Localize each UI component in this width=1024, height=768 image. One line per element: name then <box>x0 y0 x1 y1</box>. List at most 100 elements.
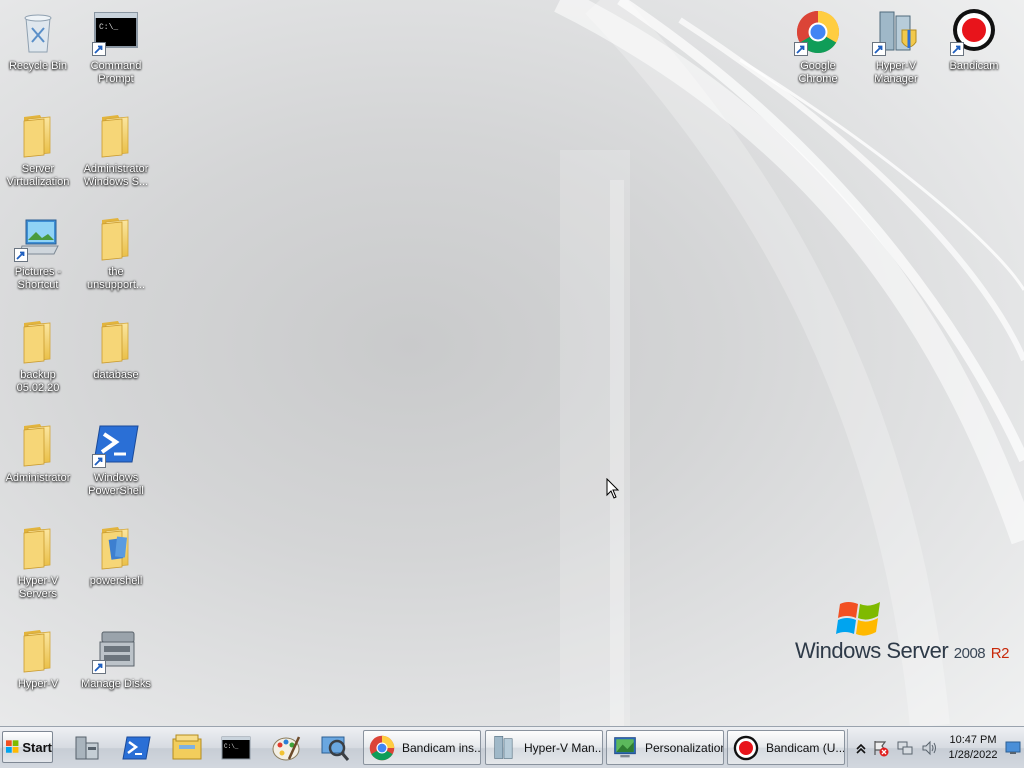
folder-icon <box>14 523 62 571</box>
desktop-icon-backup[interactable]: backup 05.02.20 <box>0 317 76 395</box>
volume-icon[interactable] <box>921 739 937 757</box>
recycle-bin-icon <box>14 8 62 56</box>
desktop-icon-command-prompt[interactable]: C:\_ Command Prompt <box>78 8 154 86</box>
desktop-icon-hyperv[interactable]: Hyper-V <box>0 626 76 691</box>
start-button[interactable]: Start <box>2 731 53 763</box>
shortcut-overlay-icon <box>92 454 106 468</box>
taskbar-button-personalization[interactable]: Personalization <box>606 730 724 765</box>
brand-name: Windows Server <box>795 638 949 663</box>
shortcut-overlay-icon <box>14 248 28 262</box>
explorer-icon <box>172 734 202 760</box>
desktop-icon-label: Administrator Windows S... <box>83 163 149 188</box>
folder-icon <box>14 111 62 159</box>
folder-documents-icon <box>92 523 140 571</box>
taskbar-button-label: Hyper-V Man... <box>524 740 603 755</box>
desktop-icon-the-unsupport[interactable]: the unsupport... <box>78 214 154 292</box>
brand-wordmark: Windows Server 2008 R2 <box>795 638 1009 664</box>
desktop-icon-administrator-windows[interactable]: Administrator Windows S... <box>78 111 154 189</box>
desktop-icon-google-chrome[interactable]: Google Chrome <box>780 8 856 86</box>
desktop-icon-label: powershell <box>89 575 143 587</box>
mouse-cursor-icon <box>606 478 620 499</box>
bandicam-icon <box>950 8 998 56</box>
desktop-icon-label: Hyper-V Servers <box>17 575 59 600</box>
desktop-icon-database[interactable]: database <box>78 317 154 382</box>
shortcut-overlay-icon <box>872 42 886 56</box>
disk-management-icon <box>92 626 140 674</box>
personalization-icon <box>614 736 636 757</box>
desktop-icon-label: Command Prompt <box>90 60 142 85</box>
shortcut-overlay-icon <box>92 42 106 56</box>
folder-icon <box>14 626 62 674</box>
taskbar-button-label: Bandicam ins... <box>402 740 481 755</box>
desktop-icon-label: Manage Disks <box>81 678 151 690</box>
paint-icon <box>272 736 301 761</box>
desktop-icon-bandicam[interactable]: Bandicam <box>936 8 1012 73</box>
desktop-icon-windows-powershell[interactable]: Windows PowerShell <box>78 420 154 498</box>
clock-date: 1/28/2022 <box>948 749 998 761</box>
svg-text:C:\_: C:\_ <box>224 743 239 750</box>
desktop-icon-label: Hyper-V Manager <box>874 60 918 85</box>
taskbar-button-hyperv-manager[interactable]: Hyper-V Man... <box>485 730 603 765</box>
quicklaunch-server-manager[interactable] <box>70 731 104 765</box>
desktop-icon-label: Hyper-V <box>17 678 59 690</box>
taskbar-button-label: Personalization <box>645 740 724 755</box>
server-manager-icon <box>75 736 99 760</box>
magnifier-icon <box>321 736 350 761</box>
taskbar-button-chrome[interactable]: Bandicam ins... <box>363 730 481 765</box>
command-prompt-icon: C:\_ <box>92 8 140 56</box>
pictures-shortcut-icon <box>14 214 62 262</box>
folder-icon <box>14 317 62 365</box>
desktop-icon-administrator[interactable]: Administrator <box>0 420 76 485</box>
desktop-icon-label: the unsupport... <box>86 266 146 291</box>
quicklaunch-powershell[interactable] <box>119 731 153 765</box>
desktop-icon-label: Google Chrome <box>798 60 838 85</box>
desktop-icon-label: Recycle Bin <box>8 60 68 72</box>
folder-icon <box>92 111 140 159</box>
taskbar-button-bandicam[interactable]: Bandicam (U... <box>727 730 845 765</box>
chrome-icon <box>369 735 395 760</box>
bandicam-icon <box>733 735 759 760</box>
show-hidden-icons-icon[interactable] <box>853 739 869 757</box>
desktop-icon-label: backup 05.02.20 <box>16 369 60 394</box>
desktop-icon-label: Administrator <box>5 472 71 484</box>
command-prompt-icon: C:\_ <box>221 736 251 760</box>
desktop-icon-label: Bandicam <box>949 60 999 72</box>
system-clock[interactable]: 10:47 PM 1/28/2022 <box>944 733 1002 763</box>
clock-time: 10:47 PM <box>949 734 997 746</box>
shortcut-overlay-icon <box>794 42 808 56</box>
start-label: Start <box>22 739 52 755</box>
notification-area: 10:47 PM 1/28/2022 <box>847 729 1024 767</box>
desktop-icon-label: Server Virtualization <box>6 163 70 188</box>
svg-text:C:\_: C:\_ <box>99 23 118 32</box>
quicklaunch-magnifier[interactable] <box>318 731 352 765</box>
shortcut-overlay-icon <box>950 42 964 56</box>
folder-icon <box>14 420 62 468</box>
desktop-icon-label: Windows PowerShell <box>88 472 144 497</box>
chrome-icon <box>794 8 842 56</box>
network-icon[interactable] <box>897 739 913 757</box>
powershell-icon <box>122 736 151 760</box>
desktop-icon-server-virtualization[interactable]: Server Virtualization <box>0 111 76 189</box>
hyperv-manager-icon <box>494 735 513 759</box>
hyperv-manager-icon <box>872 8 920 56</box>
show-desktop-icon[interactable] <box>1005 741 1021 755</box>
desktop[interactable]: Recycle Bin Server Virtualization Pictur… <box>0 0 1024 726</box>
desktop-icon-hyperv-servers[interactable]: Hyper-V Servers <box>0 523 76 601</box>
brand-edition: R2 <box>990 645 1010 662</box>
desktop-icon-pictures-shortcut[interactable]: Pictures - Shortcut <box>0 214 76 292</box>
brand-version: 2008 <box>953 645 986 662</box>
action-center-warning-icon[interactable] <box>873 739 889 757</box>
windows-flag-icon <box>6 740 19 753</box>
desktop-icon-recycle-bin[interactable]: Recycle Bin <box>0 8 76 73</box>
taskbar: Start C:\_ Bandicam ins... Hyper-V Man..… <box>0 726 1024 768</box>
desktop-icon-manage-disks[interactable]: Manage Disks <box>78 626 154 691</box>
quicklaunch-command-prompt[interactable]: C:\_ <box>219 731 253 765</box>
quicklaunch-paint[interactable] <box>269 731 303 765</box>
windows-server-logo: Windows Server 2008 R2 <box>790 598 1010 668</box>
folder-icon <box>92 317 140 365</box>
folder-icon <box>92 214 140 262</box>
desktop-icon-hyperv-manager[interactable]: Hyper-V Manager <box>858 8 934 86</box>
powershell-icon <box>92 420 140 468</box>
quicklaunch-explorer[interactable] <box>170 731 204 765</box>
desktop-icon-powershell-folder[interactable]: powershell <box>78 523 154 588</box>
